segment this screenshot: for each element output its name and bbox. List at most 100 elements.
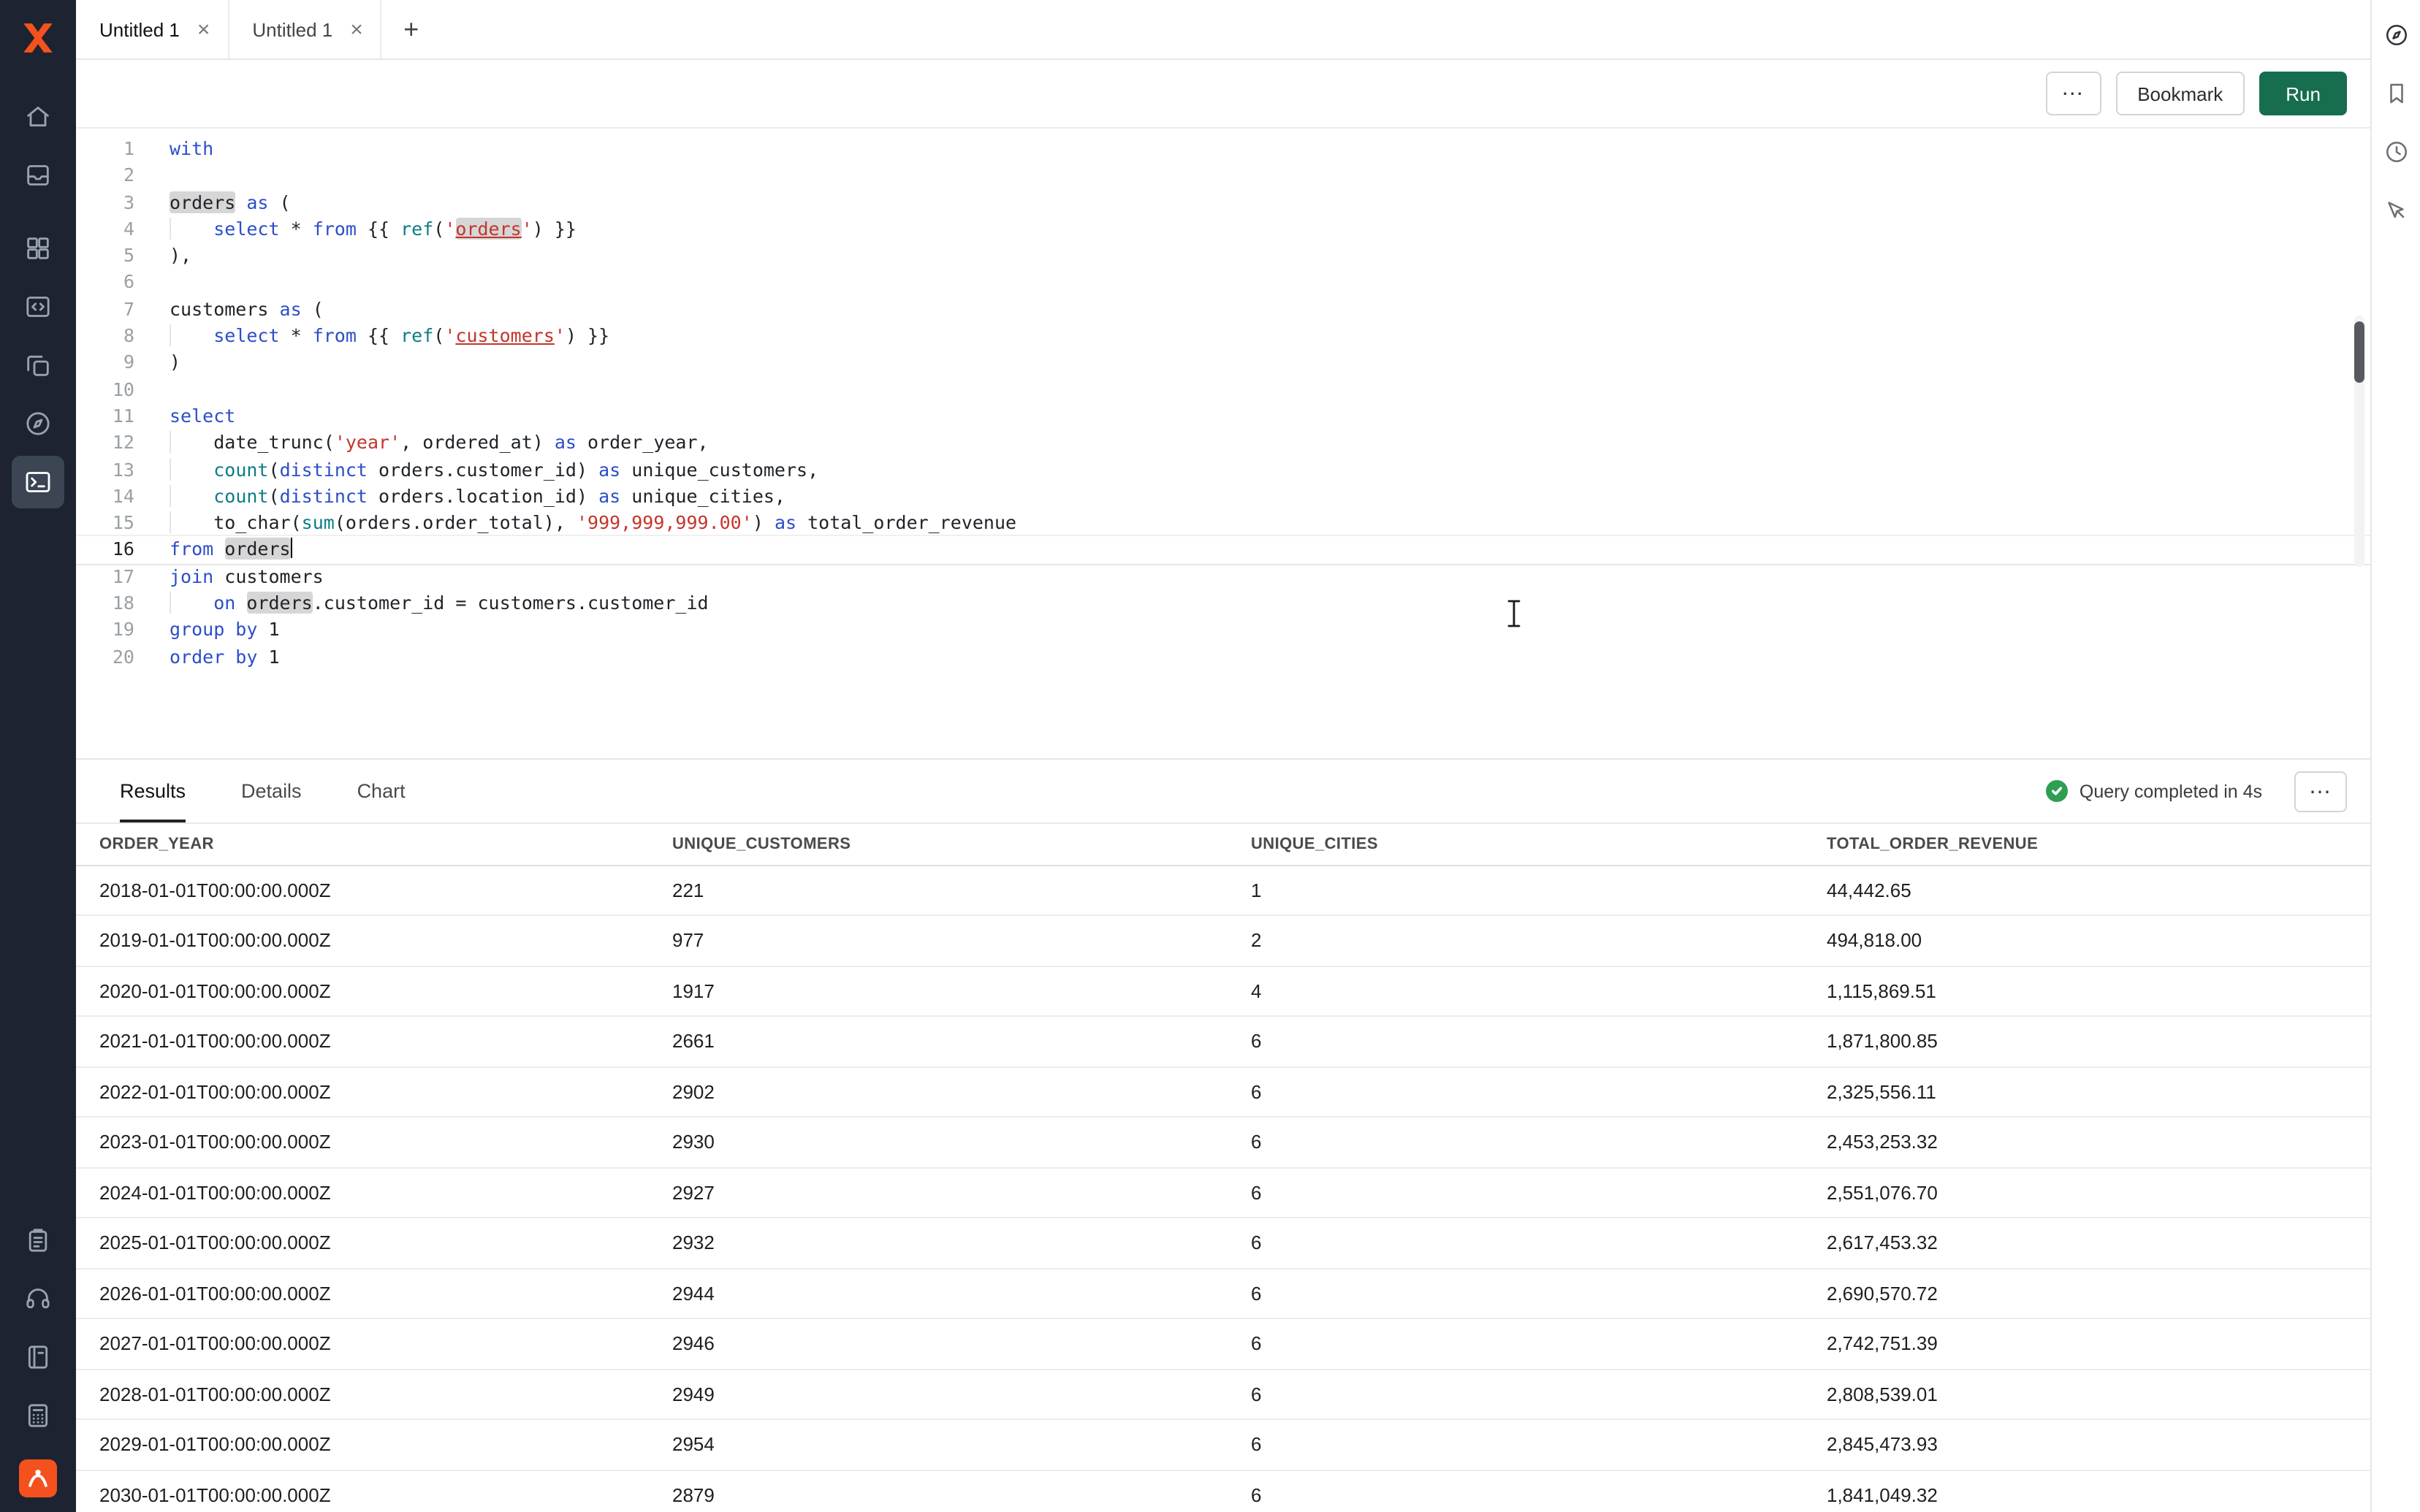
line-number: 1 xyxy=(76,136,134,163)
table-row[interactable]: 2030-01-01T00:00:00.000Z287961,841,049.3… xyxy=(76,1470,2370,1512)
support-headset-icon[interactable] xyxy=(12,1272,64,1325)
code-line[interactable]: 15 to_char(sum(orders.order_total), '999… xyxy=(76,510,2370,537)
code-line[interactable]: 8 select * from {{ ref('customers') }} xyxy=(76,323,2370,350)
code-line[interactable]: 18 on orders.customer_id = customers.cus… xyxy=(76,590,2370,617)
inbox-icon[interactable] xyxy=(12,149,64,202)
code-editor-icon[interactable] xyxy=(12,280,64,333)
table-cell: 2,808,539.01 xyxy=(1803,1369,2370,1419)
explore-icon[interactable] xyxy=(2375,15,2416,56)
table-cell: 6 xyxy=(1228,1117,1803,1167)
table-cell: 2927 xyxy=(649,1167,1228,1218)
results-tab-results[interactable]: Results xyxy=(120,760,186,822)
pointer-tool-icon[interactable] xyxy=(2375,190,2416,231)
terminal-icon[interactable] xyxy=(12,456,64,508)
success-check-icon xyxy=(2046,780,2068,802)
table-row[interactable]: 2024-01-01T00:00:00.000Z292762,551,076.7… xyxy=(76,1167,2370,1218)
results-tab-chart[interactable]: Chart xyxy=(357,760,406,822)
calculator-icon[interactable] xyxy=(12,1389,64,1442)
code-line[interactable]: 14 count(distinct orders.location_id) as… xyxy=(76,484,2370,511)
history-icon[interactable] xyxy=(2375,131,2416,172)
bookmark-button[interactable]: Bookmark xyxy=(2115,72,2245,115)
line-number: 15 xyxy=(76,510,134,537)
table-cell: 1,841,049.32 xyxy=(1803,1470,2370,1512)
column-header[interactable]: UNIQUE_CITIES xyxy=(1228,824,1803,865)
results-more-button[interactable]: ⋯ xyxy=(2294,771,2347,812)
code-line[interactable]: 3orders as ( xyxy=(76,189,2370,216)
app-logo-icon[interactable] xyxy=(18,18,58,58)
notebook-icon[interactable] xyxy=(12,1331,64,1383)
bookmarks-icon[interactable] xyxy=(2375,73,2416,114)
table-row[interactable]: 2021-01-01T00:00:00.000Z266161,871,800.8… xyxy=(76,1016,2370,1066)
results-tab-details[interactable]: Details xyxy=(241,760,302,822)
table-row[interactable]: 2018-01-01T00:00:00.000Z221144,442.65 xyxy=(76,865,2370,915)
code-line[interactable]: 17join customers xyxy=(76,564,2370,591)
table-row[interactable]: 2026-01-01T00:00:00.000Z294462,690,570.7… xyxy=(76,1268,2370,1318)
line-number: 13 xyxy=(76,457,134,484)
table-cell: 2,551,076.70 xyxy=(1803,1167,2370,1218)
apps-grid-icon[interactable] xyxy=(12,222,64,275)
table-row[interactable]: 2025-01-01T00:00:00.000Z293262,617,453.3… xyxy=(76,1218,2370,1268)
code-line[interactable]: 20order by 1 xyxy=(76,644,2370,671)
code-line[interactable]: 19group by 1 xyxy=(76,617,2370,644)
editor-tab[interactable]: Untitled 1× xyxy=(229,0,381,58)
table-cell: 2018-01-01T00:00:00.000Z xyxy=(76,865,649,915)
close-tab-icon[interactable]: × xyxy=(350,18,363,40)
code-line[interactable]: 10 xyxy=(76,376,2370,403)
code-line[interactable]: 16from orders xyxy=(76,537,2370,564)
table-cell: 2,453,253.32 xyxy=(1803,1117,2370,1167)
table-cell: 2021-01-01T00:00:00.000Z xyxy=(76,1016,649,1066)
user-avatar[interactable] xyxy=(19,1459,57,1497)
editor-toolbar: ⋯ Bookmark Run xyxy=(76,60,2370,129)
code-line[interactable]: 13 count(distinct orders.customer_id) as… xyxy=(76,457,2370,484)
code-line[interactable]: 4 select * from {{ ref('orders') }} xyxy=(76,216,2370,243)
column-header[interactable]: TOTAL_ORDER_REVENUE xyxy=(1803,824,2370,865)
code-line[interactable]: 6 xyxy=(76,270,2370,297)
tab-label: Untitled 1 xyxy=(99,18,180,40)
line-number: 20 xyxy=(76,644,134,671)
copy-windows-icon[interactable] xyxy=(12,339,64,392)
editor-tab[interactable]: Untitled 1 × xyxy=(76,0,229,58)
new-tab-button[interactable]: + xyxy=(382,0,441,58)
right-sidebar xyxy=(2370,0,2420,1512)
table-row[interactable]: 2020-01-01T00:00:00.000Z191741,115,869.5… xyxy=(76,966,2370,1016)
table-cell: 2020-01-01T00:00:00.000Z xyxy=(76,966,649,1016)
table-cell: 2024-01-01T00:00:00.000Z xyxy=(76,1167,649,1218)
code-line[interactable]: 2 xyxy=(76,163,2370,190)
table-cell: 2029-01-01T00:00:00.000Z xyxy=(76,1419,649,1470)
table-cell: 221 xyxy=(649,865,1228,915)
table-cell: 2022-01-01T00:00:00.000Z xyxy=(76,1066,649,1117)
column-header[interactable]: ORDER_YEAR xyxy=(76,824,649,865)
line-number: 7 xyxy=(76,297,134,324)
code-line[interactable]: 12 date_trunc('year', ordered_at) as ord… xyxy=(76,430,2370,457)
table-row[interactable]: 2019-01-01T00:00:00.000Z9772494,818.00 xyxy=(76,915,2370,966)
main-area: Untitled 1×Untitled 1× + ⋯ Bookmark Run … xyxy=(76,0,2370,1512)
sql-editor[interactable]: 1with23orders as (4 select * from {{ ref… xyxy=(76,129,2370,758)
table-cell: 2027-01-01T00:00:00.000Z xyxy=(76,1318,649,1369)
run-button[interactable]: Run xyxy=(2259,72,2347,115)
code-line[interactable]: 1with xyxy=(76,136,2370,163)
clipboard-icon[interactable] xyxy=(12,1214,64,1267)
code-line[interactable]: 7customers as ( xyxy=(76,297,2370,324)
results-table-container[interactable]: ORDER_YEARUNIQUE_CUSTOMERSUNIQUE_CITIEST… xyxy=(76,824,2370,1512)
table-cell: 6 xyxy=(1228,1218,1803,1268)
code-line[interactable]: 11select xyxy=(76,403,2370,430)
table-row[interactable]: 2028-01-01T00:00:00.000Z294962,808,539.0… xyxy=(76,1369,2370,1419)
code-line[interactable]: 9) xyxy=(76,350,2370,377)
table-cell: 2932 xyxy=(649,1218,1228,1268)
table-row[interactable]: 2023-01-01T00:00:00.000Z293062,453,253.3… xyxy=(76,1117,2370,1167)
close-tab-icon[interactable]: × xyxy=(197,18,210,40)
column-header[interactable]: UNIQUE_CUSTOMERS xyxy=(649,824,1228,865)
table-row[interactable]: 2022-01-01T00:00:00.000Z290262,325,556.1… xyxy=(76,1066,2370,1117)
results-tab-bar: Results Details Chart Query completed in 4… xyxy=(76,760,2370,824)
explore-compass-icon[interactable] xyxy=(12,397,64,450)
editor-scrollbar[interactable] xyxy=(2354,316,2364,567)
table-row[interactable]: 2027-01-01T00:00:00.000Z294662,742,751.3… xyxy=(76,1318,2370,1369)
table-cell: 1,871,800.85 xyxy=(1803,1016,2370,1066)
scrollbar-thumb[interactable] xyxy=(2354,321,2364,383)
code-line[interactable]: 5), xyxy=(76,243,2370,270)
query-status-text: Query completed in 4s xyxy=(2080,781,2262,801)
more-actions-button[interactable]: ⋯ xyxy=(2045,72,2101,115)
line-number: 14 xyxy=(76,484,134,511)
table-row[interactable]: 2029-01-01T00:00:00.000Z295462,845,473.9… xyxy=(76,1419,2370,1470)
home-icon[interactable] xyxy=(12,91,64,143)
